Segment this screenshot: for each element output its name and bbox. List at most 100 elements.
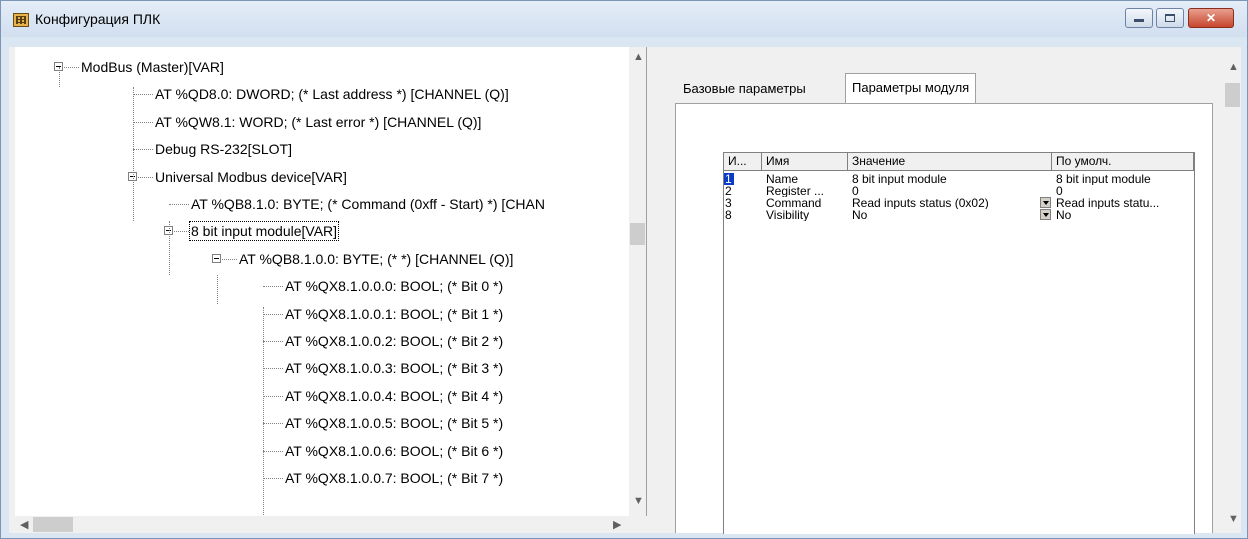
tree-connector [263, 450, 283, 452]
tree-node-label: ModBus (Master)[VAR] [81, 59, 224, 75]
client-area: ModBus (Master)[VAR] AT %QD8.0: DWORD; (*… [9, 47, 1241, 534]
close-button[interactable]: ✕ [1188, 8, 1234, 28]
tree-node-label: AT %QX8.1.0.0.6: BOOL; (* Bit 6 *) [285, 442, 504, 459]
cell-name: Command [766, 197, 822, 209]
minimize-button[interactable] [1125, 8, 1153, 28]
cell-value[interactable]: 0 [852, 185, 1040, 197]
maximize-button[interactable] [1156, 8, 1184, 28]
grid-header: И... Имя Значение По умолч. [724, 153, 1194, 171]
table-row[interactable]: 3 Command Read inputs status (0x02) Read in… [724, 197, 1194, 209]
scroll-right-icon[interactable]: ▶ [613, 518, 621, 531]
dropdown-arrow-icon[interactable] [1040, 197, 1051, 208]
column-header-index[interactable]: И... [724, 153, 762, 171]
tree-node[interactable]: AT %QX8.1.0.0.7: BOOL; (* Bit 7 *) [285, 466, 503, 490]
tree-node[interactable]: AT %QB8.1.0.0: BYTE; (* *) [CHANNEL (Q)] [239, 247, 513, 271]
scroll-up-icon[interactable]: ▲ [1228, 61, 1239, 73]
configuration-tree-pane: ModBus (Master)[VAR] AT %QD8.0: DWORD; (*… [15, 47, 647, 533]
tree-node[interactable]: AT %QD8.0: DWORD; (* Last address *) [CH… [155, 82, 509, 106]
tree-node[interactable]: AT %QX8.1.0.0.5: BOOL; (* Bit 5 *) [285, 411, 503, 435]
scroll-up-icon[interactable]: ▲ [633, 51, 644, 63]
collapse-toggle-icon[interactable] [212, 253, 221, 263]
tree-node[interactable]: AT %QX8.1.0.0.0: BOOL; (* Bit 0 *) [285, 274, 503, 298]
cell-index: 8 [725, 209, 732, 221]
tree-node[interactable]: AT %QB8.1.0: BYTE; (* Command (0xff - St… [191, 192, 545, 216]
tree-node[interactable]: Debug RS-232[SLOT] [155, 137, 292, 161]
title-bar[interactable]: Конфигурация ПЛК ✕ [1, 1, 1247, 37]
tree-node[interactable]: 8 bit input module[VAR] [188, 219, 340, 243]
tree-node-label: AT %QX8.1.0.0.0: BOOL; (* Bit 0 *) [285, 278, 504, 295]
plc-configuration-window: Конфигурация ПЛК ✕ ModBus (Master)[VAR] A… [0, 0, 1248, 539]
tree-node[interactable]: AT %QX8.1.0.0.4: BOOL; (* Bit 4 *) [285, 384, 503, 408]
tree-node-label: AT %QB8.1.0.0: BYTE; (* *) [CHANNEL (Q)] [239, 250, 514, 267]
tree-vertical-scrollbar[interactable]: ▲ ▼ [629, 47, 646, 517]
tree-node[interactable]: ModBus (Master)[VAR] [81, 55, 224, 79]
tree-guide-line [169, 221, 170, 275]
tree-guide-line [263, 307, 264, 517]
configuration-tree[interactable]: ModBus (Master)[VAR] AT %QD8.0: DWORD; (*… [15, 47, 631, 517]
tab-module-parameters[interactable]: Параметры модуля [845, 73, 977, 104]
tree-connector [169, 204, 189, 205]
tree-node[interactable]: AT %QX8.1.0.0.3: BOOL; (* Bit 3 *) [285, 356, 503, 380]
tree-node-label: Debug RS-232[SLOT] [155, 141, 292, 158]
tree-connector [133, 121, 153, 123]
maximize-icon [1165, 14, 1175, 22]
tree-node-label: AT %QX8.1.0.0.5: BOOL; (* Bit 5 *) [285, 415, 504, 432]
tree-node-label: AT %QD8.0: DWORD; (* Last address *) [CH… [155, 86, 509, 103]
scroll-left-icon[interactable]: ◀ [20, 518, 28, 531]
cell-index: 1 [724, 173, 734, 185]
cell-value[interactable]: No [852, 209, 1040, 221]
params-vscroll-thumb[interactable] [1225, 83, 1240, 107]
cell-default: 8 bit input module [1056, 173, 1151, 185]
minimize-icon [1134, 19, 1144, 22]
tree-guide-line [217, 275, 218, 304]
cell-name: Name [766, 173, 799, 185]
cell-default: Read inputs statu... [1056, 197, 1160, 209]
column-header-value[interactable]: Значение [848, 153, 1052, 171]
scroll-down-icon[interactable]: ▼ [1228, 513, 1239, 525]
tree-node[interactable]: AT %QX8.1.0.0.2: BOOL; (* Bit 2 *) [285, 329, 503, 353]
tree-node[interactable]: AT %QX8.1.0.0.1: BOOL; (* Bit 1 *) [285, 302, 503, 326]
column-header-default[interactable]: По умолч. [1052, 153, 1194, 171]
cell-default: No [1056, 209, 1072, 221]
plc-config-icon [13, 13, 29, 27]
tree-node-label: AT %QB8.1.0: BYTE; (* Command (0xff - St… [191, 196, 545, 212]
tree-connector [263, 368, 283, 370]
tree-node-label: AT %QW8.1: WORD; (* Last error *) [CHANN… [155, 113, 482, 130]
parameters-grid: И... Имя Значение По умолч. 1 Name 8 bit i… [723, 152, 1195, 534]
cell-value[interactable]: 8 bit input module [852, 173, 1040, 185]
scroll-down-icon[interactable]: ▼ [633, 495, 644, 507]
cell-index: 2 [725, 185, 732, 197]
tree-node[interactable]: Universal Modbus device[VAR] [155, 165, 347, 189]
cell-value[interactable]: Read inputs status (0x02) [852, 197, 1040, 209]
tree-vscroll-thumb[interactable] [630, 223, 645, 245]
tree-hscroll-thumb[interactable] [33, 517, 73, 532]
tree-connector [263, 313, 283, 315]
tree-guide-line [133, 87, 134, 221]
close-icon: ✕ [1205, 11, 1217, 25]
tree-connector [263, 423, 283, 425]
window-title: Конфигурация ПЛК [35, 11, 161, 27]
tab-content: И... Имя Значение По умолч. 1 Name 8 bit i… [675, 103, 1213, 534]
table-row[interactable]: 1 Name 8 bit input module 8 bit input modul… [724, 173, 1194, 185]
params-vertical-scrollbar[interactable]: ▲ ▼ [1224, 47, 1241, 533]
table-row[interactable]: 2 Register ... 0 0 [724, 185, 1194, 197]
cell-name: Visibility [766, 209, 810, 221]
tree-connector [263, 395, 283, 397]
cell-name: Register ... [766, 185, 825, 197]
tree-connector [263, 286, 283, 288]
tab-base-parameters[interactable]: Базовые параметры [677, 77, 812, 103]
tree-node-label: AT %QX8.1.0.0.1: BOOL; (* Bit 1 *) [285, 305, 504, 322]
tree-node[interactable]: AT %QX8.1.0.0.6: BOOL; (* Bit 6 *) [285, 439, 503, 463]
tree-node-label: AT %QX8.1.0.0.3: BOOL; (* Bit 3 *) [285, 360, 504, 377]
column-header-name[interactable]: Имя [762, 153, 848, 171]
cell-index: 3 [725, 197, 732, 209]
tree-connector [263, 341, 283, 342]
tree-node[interactable]: AT %QW8.1: WORD; (* Last error *) [CHANN… [155, 110, 481, 134]
table-row[interactable]: 8 Visibility No No [724, 209, 1194, 221]
tree-horizontal-scrollbar[interactable]: ◀ ▶ [15, 516, 647, 533]
tree-connector [133, 94, 153, 96]
tree-connector [263, 478, 283, 479]
dropdown-arrow-icon[interactable] [1040, 209, 1051, 220]
parameters-pane: Базовые параметры Параметры модуля И... … [651, 47, 1241, 534]
cell-default: 0 [1056, 185, 1063, 197]
